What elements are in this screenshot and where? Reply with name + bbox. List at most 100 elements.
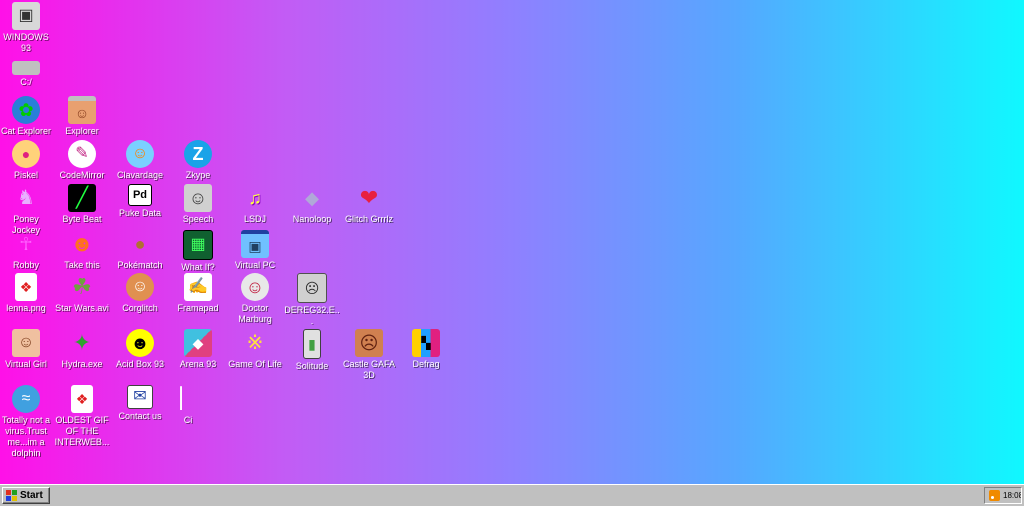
doctor-icon: ☺ [241, 273, 269, 301]
desktop-icon-star-wars[interactable]: ☘ Star Wars.avi [54, 273, 110, 314]
desktop-icon-explorer[interactable]: ☺ Explorer [54, 96, 110, 137]
system-tray: 18:08 [984, 487, 1022, 504]
desktop-icon-byte-beat[interactable]: ╱ Byte Beat [54, 184, 110, 225]
desktop-icon-virtual-girl[interactable]: ☺ Virtual Girl [0, 329, 54, 370]
icon-label: Piskel [13, 170, 38, 180]
desktop-icon-lsdj[interactable]: ♫ LSDJ [227, 184, 283, 225]
smiley-icon: ☻ [126, 329, 154, 357]
byte-beat-icon: ╱ [68, 184, 96, 212]
desktop-icon-what-if[interactable]: ▦ What If? [170, 230, 226, 273]
chat-bubble-icon: ☺ [126, 140, 154, 168]
desktop-icon-defrag[interactable]: ▚ Defrag [398, 329, 454, 370]
desktop-icon-take-this[interactable]: ☻ Take this [54, 230, 110, 271]
icon-label: Nanoloop [292, 214, 332, 224]
desktop-icon-ci[interactable]: ▏ Ci [160, 385, 216, 426]
desktop-icon-clavardage[interactable]: ☺ Clavardage [112, 140, 168, 181]
nanoloop-icon: ◆ [305, 188, 319, 208]
corgi-icon: ☺ [126, 273, 154, 301]
desktop-icon-drive-c[interactable]: C:/ [0, 55, 54, 88]
desktop-icon-arena[interactable]: ◆ Arena 93 [170, 329, 226, 370]
icon-label: Cat Explorer [0, 126, 52, 136]
desktop-icon-robby[interactable]: ☥ Robby [0, 230, 54, 271]
icon-label: Arena 93 [179, 359, 217, 369]
drive-c-icon [12, 61, 40, 75]
desktop-icon-speech[interactable]: ☺ Speech [170, 184, 226, 225]
icon-label: Puke Data [118, 208, 162, 218]
icon-label: Ci [183, 415, 193, 425]
icon-label: Castle GAFA 3D [342, 359, 396, 380]
take-this-icon: ☻ [70, 231, 94, 256]
taskbar: Start 18:08 [0, 484, 1024, 506]
desktop-icon-dereg32[interactable]: ☹ DEREG32.E... [284, 273, 340, 327]
icon-label: Totally not a virus.Trust me...im a dolp… [1, 415, 51, 458]
rss-icon[interactable] [989, 490, 1000, 501]
icon-label: Hydra.exe [61, 359, 103, 369]
game-of-life-icon: ※ [246, 332, 264, 354]
windows-logo-icon [6, 490, 17, 501]
icon-label: Robby [12, 260, 39, 270]
desktop-icon-game-of-life[interactable]: ※ Game Of Life [227, 329, 283, 370]
icon-label: Virtual PC [234, 260, 276, 270]
icon-label: Zkype [185, 170, 211, 180]
icon-label: DEREG32.E... [284, 305, 340, 326]
palette-icon: ● [12, 140, 40, 168]
text-cursor-icon: ▏ [180, 388, 196, 410]
puke-data-icon: Pd [128, 184, 152, 206]
desktop-icon-hydra[interactable]: ✦ Hydra.exe [54, 329, 110, 370]
image-file-icon: ❖ [71, 385, 93, 413]
hydra-icon: ✦ [72, 330, 92, 355]
desktop-icon-solitude[interactable]: ▮ Solitude [284, 329, 340, 372]
desktop-icon-windows93[interactable]: ▣ WINDOWS 93 [0, 2, 54, 54]
icon-label: Doctor Marburg [238, 303, 272, 324]
windows93-icon: ▣ [12, 2, 40, 30]
desktop-icon-lenna[interactable]: ❖ lenna.png [0, 273, 54, 314]
desktop-icon-dolphin[interactable]: ≈ Totally not a virus.Trust me...im a do… [0, 385, 54, 459]
defrag-icon: ▚ [412, 329, 440, 357]
desktop-icon-nanoloop[interactable]: ◆ Nanoloop [284, 184, 340, 225]
framapad-icon: ✍ [184, 273, 212, 301]
desktop-icon-cat-explorer[interactable]: ✿ Cat Explorer [0, 96, 54, 137]
desktop-icon-piskel[interactable]: ● Piskel [0, 140, 54, 181]
desktop-icon-pokematch[interactable]: ● Pokématch [112, 230, 168, 271]
dolphin-icon: ≈ [12, 385, 40, 413]
icon-label: Glitch Grrrlz [345, 214, 393, 224]
desktop-icon-zkype[interactable]: Z Zkype [170, 140, 226, 181]
desktop-icon-corglitch[interactable]: ☺ Corglitch [112, 273, 168, 314]
what-if-icon: ▦ [183, 230, 213, 260]
desktop-icon-castle-gafa[interactable]: ☹ Castle GAFA 3D [341, 329, 397, 381]
codemirror-icon: ✎ [68, 140, 96, 168]
virtual-pc-icon: ▣ [241, 230, 269, 258]
icon-label: Solitude [295, 361, 329, 371]
doom-face-icon: ☹ [355, 329, 383, 357]
icon-label: Star Wars.avi [55, 303, 109, 313]
pokematch-icon: ● [134, 234, 146, 254]
lips-icon: ❤ [359, 185, 379, 210]
icon-label: Defrag [412, 359, 440, 369]
icon-label: LSDJ [243, 214, 266, 224]
icon-label: Virtual Girl [5, 359, 47, 369]
clock[interactable]: 18:08 [1003, 491, 1021, 500]
desktop-icon-puke-data[interactable]: Pd Puke Data [112, 184, 168, 219]
desktop-icon-framapad[interactable]: ✍ Framapad [170, 273, 226, 314]
icon-label: Byte Beat [62, 214, 102, 224]
start-button[interactable]: Start [2, 487, 50, 504]
icon-label: lenna.png [6, 303, 46, 313]
icon-label: C:/ [20, 77, 32, 87]
icon-label: Pokématch [117, 260, 163, 270]
stick-figure-icon: ☥ [19, 234, 33, 254]
desktop-icon-doctor-marburg[interactable]: ☺ Doctor Marburg [227, 273, 283, 325]
desktop-icon-virtual-pc[interactable]: ▣ Virtual PC [227, 230, 283, 271]
desktop-icon-glitch-grrrlz[interactable]: ❤ Glitch Grrrlz [341, 184, 397, 225]
icon-label: Speech [182, 214, 214, 224]
desktop-icon-codemirror[interactable]: ✎ CodeMirror [54, 140, 110, 181]
pony-icon: ♞ [17, 187, 35, 209]
desktop-icon-poney-jockey[interactable]: ♞ Poney Jockey [0, 184, 54, 236]
desktop-icon-acid-box[interactable]: ☻ Acid Box 93 [112, 329, 168, 370]
zkype-icon: Z [184, 140, 212, 168]
envelope-icon: ✉ [127, 385, 153, 409]
face-icon: ☺ [12, 329, 40, 357]
desktop-icon-oldest-gif[interactable]: ❖ OLDEST GIF OF THE INTERWEB... [54, 385, 110, 448]
icon-label: What If? [181, 262, 215, 272]
icon-label: Framapad [177, 303, 219, 313]
yoda-icon: ☘ [72, 274, 92, 299]
